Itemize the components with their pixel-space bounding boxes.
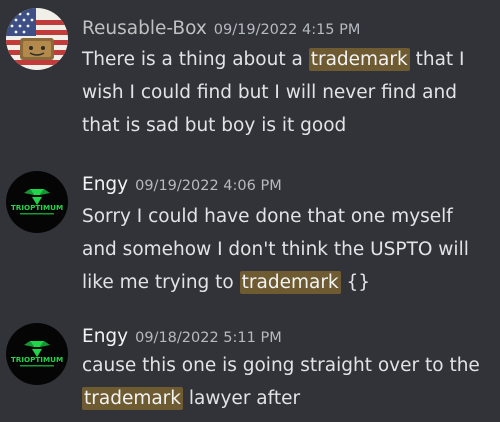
message-text: There is a thing about a [82,49,309,70]
message-header: Engy 09/18/2022 5:11 PM [82,326,282,347]
message-content: There is a thing about a trademark that … [82,43,487,142]
message-text: lawyer after [183,388,301,409]
message-author[interactable]: Engy [82,326,128,347]
message-timestamp: 09/18/2022 5:11 PM [135,330,282,346]
trioptimum-logo-avatar-icon[interactable]: TRIOPTIMUM [6,323,68,385]
message-author[interactable]: Engy [82,174,128,195]
message-content: Sorry I could have done that one myself … [82,200,487,299]
message-content: cause this one is going straight over to… [82,349,487,415]
search-highlight: trademark [308,48,410,71]
usa-flag-avatar-icon[interactable] [6,8,68,70]
message-header: Reusable-Box 09/19/2022 4:15 PM [82,18,360,39]
message-text: {} [340,272,371,293]
message-header: Engy 09/19/2022 4:06 PM [82,174,282,195]
trioptimum-logo-avatar-icon[interactable]: TRIOPTIMUM [6,171,68,233]
search-highlight: trademark [239,271,341,294]
message-timestamp: 09/19/2022 4:15 PM [213,22,361,38]
message-author[interactable]: Reusable-Box [82,18,207,39]
message-timestamp: 09/19/2022 4:06 PM [135,178,282,194]
chat-message-list: Reusable-Box 09/19/2022 4:15 PM There is … [0,0,500,422]
trioptimum-logo-text: TRIOPTIMUM [11,203,63,212]
trioptimum-logo-text: TRIOPTIMUM [11,355,63,364]
message-text: cause this one is going straight over to… [82,355,480,376]
search-highlight: trademark [82,387,183,410]
